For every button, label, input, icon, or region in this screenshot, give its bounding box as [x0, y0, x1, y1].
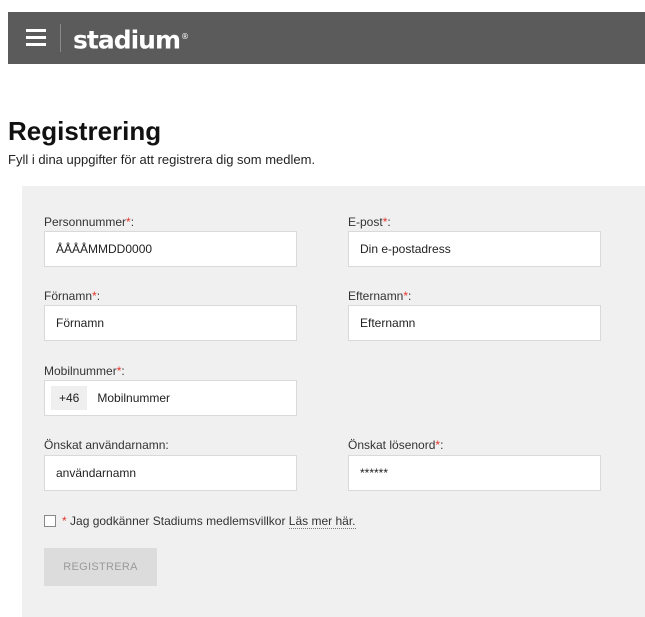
- page-subtitle: Fyll i dina uppgifter för att registrera…: [8, 152, 316, 167]
- password-input[interactable]: ******: [348, 455, 601, 491]
- last-name-input[interactable]: Efternamn: [348, 305, 601, 341]
- first-name-label: Förnamn*:: [44, 289, 101, 303]
- register-button[interactable]: REGISTRERA: [44, 548, 157, 586]
- stadium-logo[interactable]: stadium®: [73, 21, 189, 56]
- country-code-selector[interactable]: +46: [51, 386, 88, 410]
- top-header: stadium®: [8, 12, 645, 64]
- mobile-placeholder: Mobilnummer: [97, 391, 171, 405]
- terms-text: * Jag godkänner Stadiums medlemsvillkor …: [62, 514, 356, 529]
- email-input[interactable]: Din e-postadress: [348, 231, 601, 267]
- password-label: Önskat lösenord*:: [348, 438, 444, 452]
- username-input[interactable]: användarnamn: [44, 455, 297, 491]
- mobile-label: Mobilnummer*:: [44, 364, 125, 378]
- header-divider: [60, 24, 61, 52]
- terms-read-more-link[interactable]: Läs mer här.: [288, 514, 356, 529]
- last-name-label: Efternamn*:: [348, 289, 412, 303]
- personnummer-label: Personnummer*:: [44, 215, 135, 229]
- page-title: Registrering: [8, 116, 162, 146]
- mobile-input[interactable]: +46 Mobilnummer: [44, 380, 297, 416]
- registered-mark: ®: [181, 32, 189, 41]
- personnummer-input[interactable]: ÅÅÅÅMMDD0000: [44, 231, 297, 267]
- username-label: Önskat användarnamn:: [44, 438, 169, 452]
- hamburger-menu-icon[interactable]: [26, 29, 46, 47]
- first-name-input[interactable]: Förnamn: [44, 305, 297, 341]
- email-label: E-post*:: [348, 215, 391, 229]
- terms-checkbox[interactable]: [44, 515, 56, 527]
